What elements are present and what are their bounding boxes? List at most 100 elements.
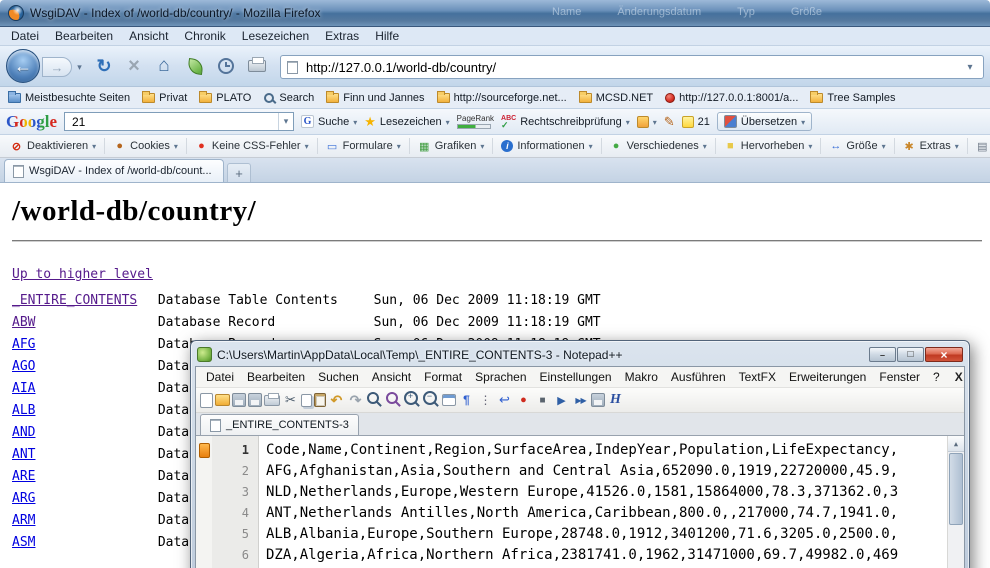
open-folder-icon[interactable] — [215, 394, 230, 406]
stop-macro-icon[interactable] — [534, 392, 551, 408]
bookmark-item[interactable]: Meistbesuchte Seiten — [8, 92, 130, 104]
minimize-button[interactable] — [869, 347, 896, 362]
directory-entry-link[interactable]: ANT — [12, 444, 150, 466]
menu-item[interactable]: Datei — [4, 28, 46, 44]
webdev-menu-item[interactable]: Formulare — [318, 138, 410, 154]
vertical-scrollbar[interactable] — [947, 436, 964, 568]
active-tab[interactable]: WsgiDAV - Index of /world-db/count... — [4, 159, 224, 182]
text-h-icon[interactable] — [607, 392, 624, 408]
redo-icon[interactable] — [347, 392, 364, 408]
copy-icon[interactable] — [301, 394, 312, 407]
directory-entry-link[interactable]: ABW — [12, 312, 150, 334]
zoom-out-icon[interactable] — [423, 392, 440, 408]
chevron-down-icon[interactable] — [353, 116, 357, 128]
record-macro-icon[interactable] — [515, 392, 532, 408]
directory-entry-link[interactable]: AFG — [12, 334, 150, 356]
notepad-active-tab[interactable]: _ENTIRE_CONTENTS-3 — [200, 414, 359, 435]
forward-button[interactable] — [42, 57, 72, 77]
zoom-in-icon[interactable] — [404, 392, 421, 408]
menu-item[interactable]: Lesezeichen — [235, 28, 316, 44]
print-icon[interactable] — [264, 395, 280, 406]
new-tab-button[interactable]: + — [227, 163, 251, 182]
notepad-menu-item[interactable]: Bearbeiten — [241, 369, 311, 385]
play-macro-icon[interactable] — [553, 392, 570, 408]
search-history-dropdown-icon[interactable] — [278, 113, 293, 130]
history-clock-icon[interactable] — [218, 58, 234, 74]
run-multiple-icon[interactable] — [572, 392, 589, 408]
directory-entry-link[interactable]: ARM — [12, 510, 150, 532]
firefox-titlebar[interactable]: WsgiDAV - Index of /world-db/country/ - … — [0, 0, 990, 27]
menu-item[interactable]: Chronik — [177, 28, 232, 44]
indent-guide-icon[interactable] — [477, 392, 494, 408]
notepad-menu-item[interactable]: TextFX — [733, 369, 782, 385]
webdev-menu-item[interactable]: Informationen — [493, 138, 601, 154]
replace-icon[interactable] — [385, 392, 402, 408]
webdev-menu-item[interactable]: Hervorheben — [716, 138, 822, 154]
directory-entry-link[interactable]: _ENTIRE_CONTENTS — [12, 290, 150, 312]
autofill-button[interactable] — [637, 116, 657, 128]
reload-button[interactable] — [92, 54, 116, 78]
show-all-chars-icon[interactable] — [458, 392, 475, 408]
up-to-higher-level-link[interactable]: Up to higher level — [12, 264, 153, 286]
notepad-menu-item[interactable]: Suchen — [312, 369, 365, 385]
bookmark-item[interactable]: http://127.0.0.1:8001/a... — [665, 92, 798, 104]
google-search-button[interactable]: Suche — [301, 115, 357, 128]
menu-item[interactable]: Bearbeiten — [48, 28, 120, 44]
notepad-menu-item[interactable]: Sprachen — [469, 369, 532, 385]
bookmark-item[interactable]: Tree Samples — [810, 92, 895, 104]
directory-entry-link[interactable]: AGO — [12, 356, 150, 378]
bookmark-item[interactable]: MCSD.NET — [579, 92, 653, 104]
menu-item[interactable]: Extras — [318, 28, 366, 44]
save-all-icon[interactable] — [248, 393, 262, 407]
directory-entry-link[interactable]: AIA — [12, 378, 150, 400]
chevron-down-icon[interactable] — [653, 116, 657, 128]
pencil-icon[interactable] — [664, 114, 675, 130]
maximize-button[interactable] — [897, 347, 924, 362]
google-search-input[interactable] — [70, 114, 278, 130]
webdev-menu-item[interactable]: Quelltext — [968, 138, 990, 154]
chevron-down-icon[interactable] — [801, 116, 805, 128]
directory-entry-link[interactable]: AND — [12, 422, 150, 444]
google-search-box[interactable] — [64, 112, 294, 131]
webdev-menu-item[interactable]: Extras — [895, 138, 968, 154]
pagerank-widget[interactable]: PageRank — [457, 114, 494, 129]
bookmark-item[interactable]: http://sourceforge.net... — [437, 92, 567, 104]
print-button[interactable] — [248, 60, 266, 72]
home-button[interactable] — [152, 54, 176, 78]
sage-feed-icon[interactable] — [187, 58, 204, 75]
notepad-menu-item[interactable]: Fenster — [873, 369, 926, 385]
webdev-menu-item[interactable]: Verschiedenes — [602, 138, 716, 154]
webdev-menu-item[interactable]: Cookies — [105, 138, 187, 154]
notepad-titlebar[interactable]: C:\Users\Martin\AppData\Local\Temp\_ENTI… — [195, 343, 965, 366]
google-bookmarks-button[interactable]: Lesezeichen — [364, 114, 449, 130]
notepad-menu-item[interactable]: Ausführen — [665, 369, 732, 385]
notepad-menu-item[interactable]: Makro — [619, 369, 664, 385]
bookmark-item[interactable]: Privat — [142, 92, 187, 104]
save-macro-icon[interactable] — [591, 393, 605, 407]
notepad-menu-item[interactable]: ? — [927, 369, 946, 385]
url-input[interactable] — [304, 59, 963, 76]
location-bar[interactable] — [280, 55, 984, 79]
notepad-menu-item[interactable]: Format — [418, 369, 468, 385]
notepad-menu-item[interactable]: Einstellungen — [534, 369, 618, 385]
find-icon[interactable] — [366, 392, 383, 408]
menubar-close-x[interactable]: X — [947, 370, 965, 384]
directory-entry-link[interactable]: ARE — [12, 466, 150, 488]
close-button[interactable] — [925, 347, 963, 362]
webdev-menu-item[interactable]: Deaktivieren — [2, 138, 105, 154]
save-icon[interactable] — [232, 393, 246, 407]
back-button[interactable] — [6, 49, 40, 83]
scrollbar-thumb[interactable] — [949, 453, 963, 525]
bookmark-item[interactable]: Finn und Jannes — [326, 92, 424, 104]
menu-item[interactable]: Hilfe — [368, 28, 406, 44]
new-file-icon[interactable] — [200, 393, 213, 408]
word-wrap-icon[interactable] — [496, 392, 513, 408]
bookmark-item[interactable]: PLATO — [199, 92, 251, 104]
scroll-up-arrow-icon[interactable] — [948, 436, 964, 452]
bookmark-item[interactable]: Search — [263, 92, 314, 104]
highlight-counter[interactable]: 21 — [682, 116, 710, 128]
directory-entry-link[interactable]: ARG — [12, 488, 150, 510]
paste-icon[interactable] — [314, 393, 326, 407]
menu-item[interactable]: Ansicht — [122, 28, 175, 44]
webdev-menu-item[interactable]: Grafiken — [410, 138, 494, 154]
